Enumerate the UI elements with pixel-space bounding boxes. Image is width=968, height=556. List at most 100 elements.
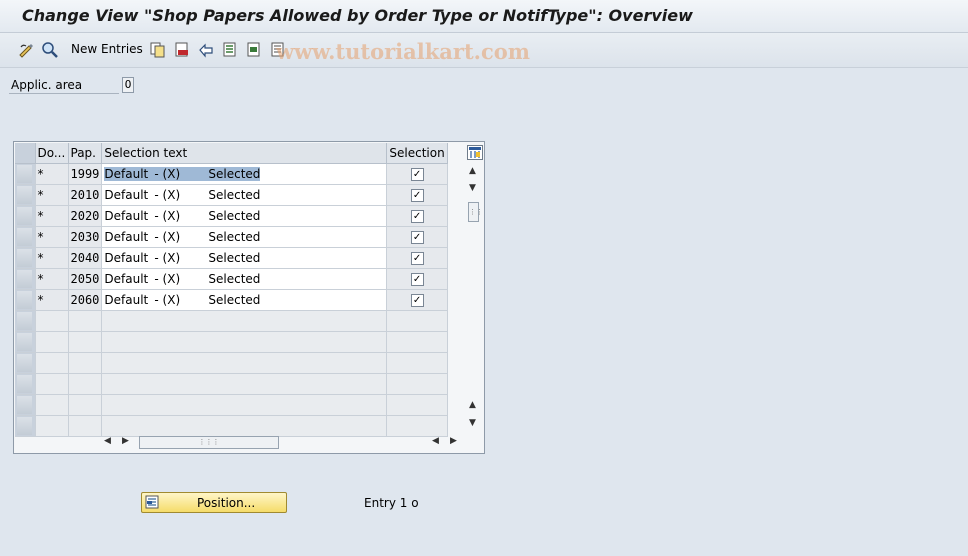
row-do-cell: *	[35, 163, 69, 185]
undo-icon[interactable]	[197, 41, 215, 59]
text-default: Default	[104, 188, 149, 202]
delete-icon[interactable]	[173, 41, 191, 59]
row-selection-cell: ✓	[386, 268, 448, 290]
empty-row[interactable]	[15, 331, 448, 353]
scroll-up-icon[interactable]: ▲	[469, 166, 476, 176]
row-selector[interactable]	[15, 226, 36, 248]
text-selected: Selected	[208, 251, 261, 265]
vertical-scrollbar-thumb[interactable]: ⋮⋮	[468, 202, 483, 222]
table-row[interactable]: * 2040 Default - (X) Selected ✓	[15, 247, 448, 269]
empty-row[interactable]	[15, 373, 448, 395]
shop-papers-table: Do... Pap. Selection text Selection * 19…	[15, 143, 448, 437]
empty-row[interactable]	[15, 415, 448, 437]
selection-checkbox[interactable]: ✓	[410, 210, 424, 223]
row-do-cell: *	[35, 268, 69, 290]
table-row[interactable]: * 2050 Default - (X) Selected ✓	[15, 268, 448, 290]
row-selector[interactable]	[15, 331, 36, 353]
title-bar: Change View "Shop Papers Allowed by Orde…	[0, 0, 968, 33]
horizontal-scrollbar-thumb[interactable]: ⋮⋮⋮	[139, 436, 279, 449]
scroll-down-icon[interactable]: ▼	[469, 418, 476, 428]
text-x: - (X)	[154, 293, 181, 307]
page-title: Change View "Shop Papers Allowed by Orde…	[22, 6, 693, 25]
row-selector[interactable]	[15, 415, 36, 437]
empty-row[interactable]	[15, 310, 448, 332]
row-text-cell[interactable]: Default - (X) Selected	[101, 184, 388, 206]
table-row[interactable]: * 2010 Default - (X) Selected ✓	[15, 184, 448, 206]
row-text-cell[interactable]: Default - (X) Selected	[101, 289, 388, 311]
row-text-cell[interactable]: Default - (X) Selected	[101, 163, 388, 185]
entry-counter: Entry 1 o	[364, 496, 419, 510]
applic-area-field[interactable]: O	[122, 77, 134, 93]
scroll-left-end-icon[interactable]: ◀	[432, 436, 439, 446]
row-text-cell[interactable]: Default - (X) Selected	[101, 247, 388, 269]
selection-checkbox[interactable]: ✓	[410, 231, 424, 244]
row-text-cell[interactable]: Default - (X) Selected	[101, 268, 388, 290]
select-all-column-header[interactable]	[15, 143, 36, 164]
page-up-icon[interactable]: ▲	[469, 400, 476, 410]
selection-checkbox[interactable]: ✓	[410, 273, 424, 286]
row-selection-cell: ✓	[386, 205, 448, 227]
selection-checkbox[interactable]: ✓	[410, 168, 424, 181]
copy-icon[interactable]	[149, 41, 167, 59]
scroll-right-icon[interactable]: ▶	[122, 436, 129, 446]
text-default: Default	[104, 272, 149, 286]
empty-row[interactable]	[15, 394, 448, 416]
row-do-cell: *	[35, 289, 69, 311]
text-default: Default	[104, 167, 155, 181]
table-row[interactable]: * 1999 Default - (X) Selected ✓	[15, 163, 448, 185]
column-header-do[interactable]: Do...	[35, 143, 69, 164]
row-selector[interactable]	[15, 205, 36, 227]
display-change-icon[interactable]	[41, 41, 59, 59]
table-row[interactable]: * 2060 Default - (X) Selected ✓	[15, 289, 448, 311]
new-entries-button[interactable]: New Entries	[71, 42, 143, 56]
row-pap-cell: 2020	[68, 205, 103, 227]
row-selector[interactable]	[15, 184, 36, 206]
row-pap-cell: 2060	[68, 289, 103, 311]
edit-glasses-icon[interactable]	[18, 41, 36, 59]
text-default: Default	[104, 230, 149, 244]
table-row[interactable]: * 2020 Default - (X) Selected ✓	[15, 205, 448, 227]
text-x: - (X)	[154, 272, 181, 286]
table-row[interactable]: * 2030 Default - (X) Selected ✓	[15, 226, 448, 248]
row-selector[interactable]	[15, 310, 36, 332]
text-x: - (X)	[154, 167, 209, 181]
application-toolbar: New Entries www.tutorialkart.com	[0, 33, 968, 68]
row-selector[interactable]	[15, 289, 36, 311]
row-selection-cell: ✓	[386, 184, 448, 206]
row-selection-cell: ✓	[386, 226, 448, 248]
scroll-right-end-icon[interactable]: ▶	[450, 436, 457, 446]
position-button[interactable]: Position...	[141, 492, 287, 513]
text-selected: Selected	[208, 230, 261, 244]
select-block-icon[interactable]	[245, 41, 263, 59]
text-default: Default	[104, 209, 149, 223]
position-button-label: Position...	[197, 496, 256, 510]
row-selector[interactable]	[15, 247, 36, 269]
row-selector[interactable]	[15, 373, 36, 395]
select-all-icon[interactable]	[221, 41, 239, 59]
selection-checkbox[interactable]: ✓	[410, 189, 424, 202]
column-header-pap[interactable]: Pap.	[68, 143, 103, 164]
column-header-selection[interactable]: Selection	[386, 143, 448, 164]
table-control: Do... Pap. Selection text Selection * 19…	[13, 141, 485, 454]
row-selector[interactable]	[15, 394, 36, 416]
text-default: Default	[104, 251, 149, 265]
row-text-cell[interactable]: Default - (X) Selected	[101, 226, 388, 248]
selection-checkbox[interactable]: ✓	[410, 252, 424, 265]
column-header-selection-text[interactable]: Selection text	[101, 143, 388, 164]
selection-checkbox[interactable]: ✓	[410, 294, 424, 307]
row-pap-cell: 2030	[68, 226, 103, 248]
text-selected: Selected	[208, 188, 261, 202]
text-x: - (X)	[154, 188, 181, 202]
row-selection-cell: ✓	[386, 247, 448, 269]
table-settings-icon[interactable]	[467, 145, 483, 160]
row-selector[interactable]	[15, 268, 36, 290]
row-text-cell[interactable]: Default - (X) Selected	[101, 205, 388, 227]
row-selector[interactable]	[15, 163, 36, 185]
empty-row[interactable]	[15, 352, 448, 374]
row-do-cell: *	[35, 205, 69, 227]
page-down-icon[interactable]: ▼	[469, 183, 476, 193]
row-do-cell: *	[35, 184, 69, 206]
row-selector[interactable]	[15, 352, 36, 374]
scroll-left-icon[interactable]: ◀	[104, 436, 111, 446]
row-do-cell: *	[35, 226, 69, 248]
